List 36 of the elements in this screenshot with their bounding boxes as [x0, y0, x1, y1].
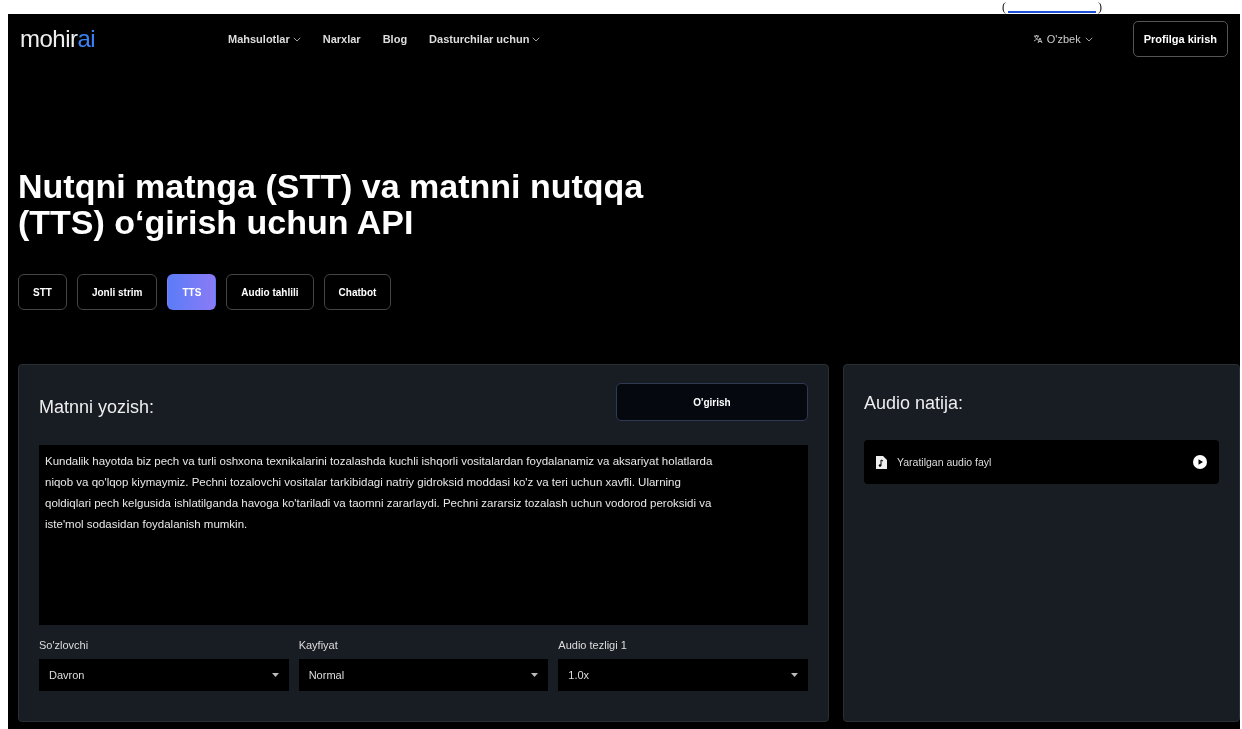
tab[interactable]: TTS	[167, 274, 217, 310]
field-label: Audio tezligi 1	[558, 639, 628, 651]
tab[interactable]: Audio tahlili	[226, 274, 314, 310]
select-field[interactable]: Normal	[298, 659, 549, 691]
nav-link[interactable]: Mahsulotlar	[228, 33, 301, 45]
text-input-field[interactable]: Kundalik hayotda biz pech va turli oshxona texnikalarini tozalashda kuchli ishqorli vositalardan foydalanamiz va aksariyat holatlarda niqob va qo'lqop kiymaymiz. Pechni tozalovchi vositalar tarkibidagi natriy gidroksid moddasi ko'z va teri uchun xavfli. Ularning qoldiqlari pech kelgusida ishlatilganda havoga ko'tariladi va taomni zararlaydi. Pechni zararsiz tozalash uchun vodorod peroksidi va iste'mol sodasidan foydalanish mumkin.	[39, 445, 808, 625]
convert-button[interactable]: O'girish	[616, 383, 808, 421]
logo[interactable]: mohirai	[20, 25, 228, 53]
panel-heading: Audio natija:	[864, 393, 965, 414]
page-title: Nutqni matnga (STT) va matnni nutqqa (TTS) o‘girish uchun API	[18, 168, 645, 240]
field-label: Kayfiyat	[298, 639, 339, 651]
select-field[interactable]: 1.0x	[558, 659, 808, 691]
music-file-icon	[876, 455, 887, 469]
tab[interactable]: STT	[18, 274, 67, 310]
tab[interactable]: Chatbot	[323, 274, 392, 310]
play-icon[interactable]	[1193, 455, 1207, 469]
caret-icon	[271, 673, 279, 677]
caret-icon	[791, 673, 798, 677]
chevron-down-icon	[532, 36, 541, 42]
nav-link[interactable]: Blog	[382, 33, 408, 45]
audio-file-row[interactable]: Yaratilgan audio fayl	[864, 440, 1219, 484]
parenthesis: (	[1002, 0, 1006, 14]
file-name: Yaratilgan audio fayl	[897, 456, 993, 468]
chevron-down-icon	[292, 36, 301, 42]
nav-link[interactable]: Dasturchilar uchun	[429, 33, 541, 45]
caret-icon	[531, 673, 539, 677]
chevron-down-icon	[1084, 36, 1093, 42]
panel-heading: Matnni yozish:	[39, 396, 155, 418]
nav-link[interactable]: Narxlar	[322, 33, 361, 45]
parenthesis: )	[1098, 0, 1102, 14]
language-selector[interactable]: O'zbek	[1032, 33, 1093, 45]
select-field[interactable]: Davron	[39, 659, 289, 691]
login-button[interactable]: Profilga kirish	[1132, 21, 1228, 57]
translate-icon	[1032, 34, 1043, 44]
field-label: So'zlovchi	[39, 639, 90, 651]
tab[interactable]: Jonli strim	[76, 274, 158, 310]
